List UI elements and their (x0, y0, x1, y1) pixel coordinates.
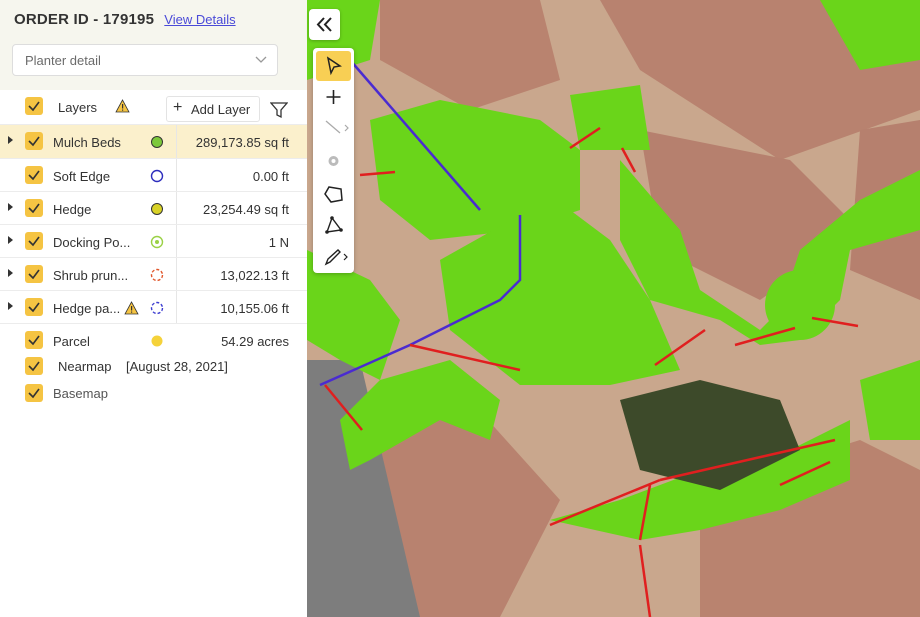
layer-value: 0.00 ft (252, 169, 289, 184)
point-tool[interactable] (316, 146, 351, 176)
filter-icon[interactable] (270, 101, 288, 119)
expand-caret-icon[interactable] (8, 302, 13, 310)
chevron-down-icon (255, 56, 267, 63)
check-icon (28, 269, 40, 280)
plus-icon (326, 90, 341, 104)
order-row: ORDER ID - 179195 View Details (14, 11, 236, 28)
expand-caret-icon[interactable] (8, 136, 13, 144)
layer-name: Docking Po... (53, 235, 131, 250)
layer-value: 54.29 acres (221, 334, 289, 349)
planter-select[interactable]: Planter detail (12, 44, 278, 76)
ring-icon (150, 169, 164, 183)
add-point-tool[interactable] (316, 82, 351, 112)
filled-dot-icon (151, 136, 163, 148)
nearmap-name: Nearmap (58, 359, 112, 374)
line-tool[interactable] (316, 112, 351, 142)
vertex-edit-icon (325, 216, 343, 234)
collapse-panel-button[interactable] (309, 9, 340, 40)
aerial-map[interactable] (307, 0, 920, 617)
expand-caret-icon[interactable] (8, 203, 13, 211)
layers-title: Layers (58, 100, 98, 115)
check-icon (28, 361, 40, 372)
dashed-ring-icon (150, 268, 164, 282)
layers-all-checkbox[interactable] (25, 97, 43, 115)
layer-value: 13,022.13 ft (220, 268, 289, 283)
divider (176, 258, 177, 291)
layer-row-hedge[interactable]: Hedge 23,254.49 sq ft (0, 191, 307, 225)
order-id: ORDER ID - 179195 (14, 11, 155, 28)
layer-value: 23,254.49 sq ft (202, 202, 289, 217)
warning-icon (124, 301, 139, 315)
add-layer-button[interactable]: + Add Layer (166, 96, 260, 122)
panel-header: ORDER ID - 179195 View Details Planter d… (0, 0, 307, 90)
divider (176, 159, 177, 192)
layer-value: 1 N (268, 235, 289, 250)
layer-checkbox[interactable] (25, 232, 43, 250)
layer-row-docking-points[interactable]: Docking Po... 1 N (0, 224, 307, 258)
divider (176, 291, 177, 324)
layer-name: Soft Edge (53, 169, 111, 184)
layer-row-shrub-pruning[interactable]: Shrub prun... 13,022.13 ft (0, 257, 307, 291)
add-layer-label: Add Layer (191, 102, 251, 117)
check-icon (28, 236, 40, 247)
pen-icon (324, 249, 348, 266)
layer-checkbox[interactable] (25, 199, 43, 217)
nearmap-date: [August 28, 2021] (126, 359, 228, 374)
layer-checkbox[interactable] (25, 166, 43, 184)
check-icon (28, 302, 40, 313)
layer-checkbox[interactable] (25, 357, 43, 375)
check-icon (28, 388, 40, 399)
layer-name: Shrub prun... (53, 268, 129, 283)
expand-caret-icon[interactable] (8, 269, 13, 277)
check-icon (28, 203, 40, 214)
vertex-tool[interactable] (316, 210, 351, 240)
line-icon (325, 120, 349, 134)
draw-tool[interactable] (316, 242, 351, 272)
expand-caret-icon[interactable] (8, 236, 13, 244)
check-icon (28, 170, 40, 181)
layer-row-mulch-beds[interactable]: Mulch Beds 289,173.85 sq ft (0, 124, 307, 158)
warning-icon (115, 99, 130, 113)
double-chevron-left-icon (316, 17, 332, 32)
point-icon (328, 156, 339, 166)
map-toolbar (313, 48, 354, 273)
layer-value: 289,173.85 sq ft (195, 135, 289, 150)
layers-header: Layers (0, 90, 307, 124)
view-details-link[interactable]: View Details (164, 12, 235, 27)
polygon-icon (324, 186, 343, 203)
map-view[interactable] (307, 0, 920, 617)
layer-checkbox[interactable] (25, 265, 43, 283)
filled-dot-icon (151, 335, 163, 347)
layer-checkbox[interactable] (25, 384, 43, 402)
layer-row-basemap[interactable]: Basemap (0, 380, 307, 407)
check-icon (28, 101, 40, 112)
divider (176, 125, 177, 158)
divider (176, 225, 177, 258)
polygon-tool[interactable] (316, 179, 351, 209)
layer-checkbox[interactable] (25, 298, 43, 316)
basemap-name: Basemap (53, 386, 108, 401)
layer-value: 10,155.06 ft (220, 301, 289, 316)
layers-panel: ORDER ID - 179195 View Details Planter d… (0, 0, 308, 617)
layer-name: Hedge pa... (53, 301, 121, 316)
layer-row-nearmap[interactable]: Nearmap [August 28, 2021] (0, 353, 307, 380)
layer-checkbox[interactable] (25, 331, 43, 349)
layer-name: Hedge (53, 202, 92, 217)
layer-row-soft-edge[interactable]: Soft Edge 0.00 ft (0, 158, 307, 192)
layer-name: Mulch Beds (53, 135, 121, 150)
layer-name: Parcel (53, 334, 90, 349)
layer-row-hedge-path[interactable]: Hedge pa... 10,155.06 ft (0, 290, 307, 324)
planter-select-value: Planter detail (25, 53, 101, 68)
cursor-icon (326, 56, 342, 76)
divider (176, 192, 177, 225)
select-tool[interactable] (316, 51, 351, 81)
check-icon (28, 335, 40, 346)
ring-dot-icon (150, 235, 164, 249)
dashed-ring-icon (150, 301, 164, 315)
filled-dot-icon (151, 203, 163, 215)
plus-icon: + (173, 99, 183, 116)
check-icon (28, 136, 40, 147)
layer-row-parcel[interactable]: Parcel 54.29 acres (0, 323, 307, 357)
layer-checkbox[interactable] (25, 132, 43, 150)
